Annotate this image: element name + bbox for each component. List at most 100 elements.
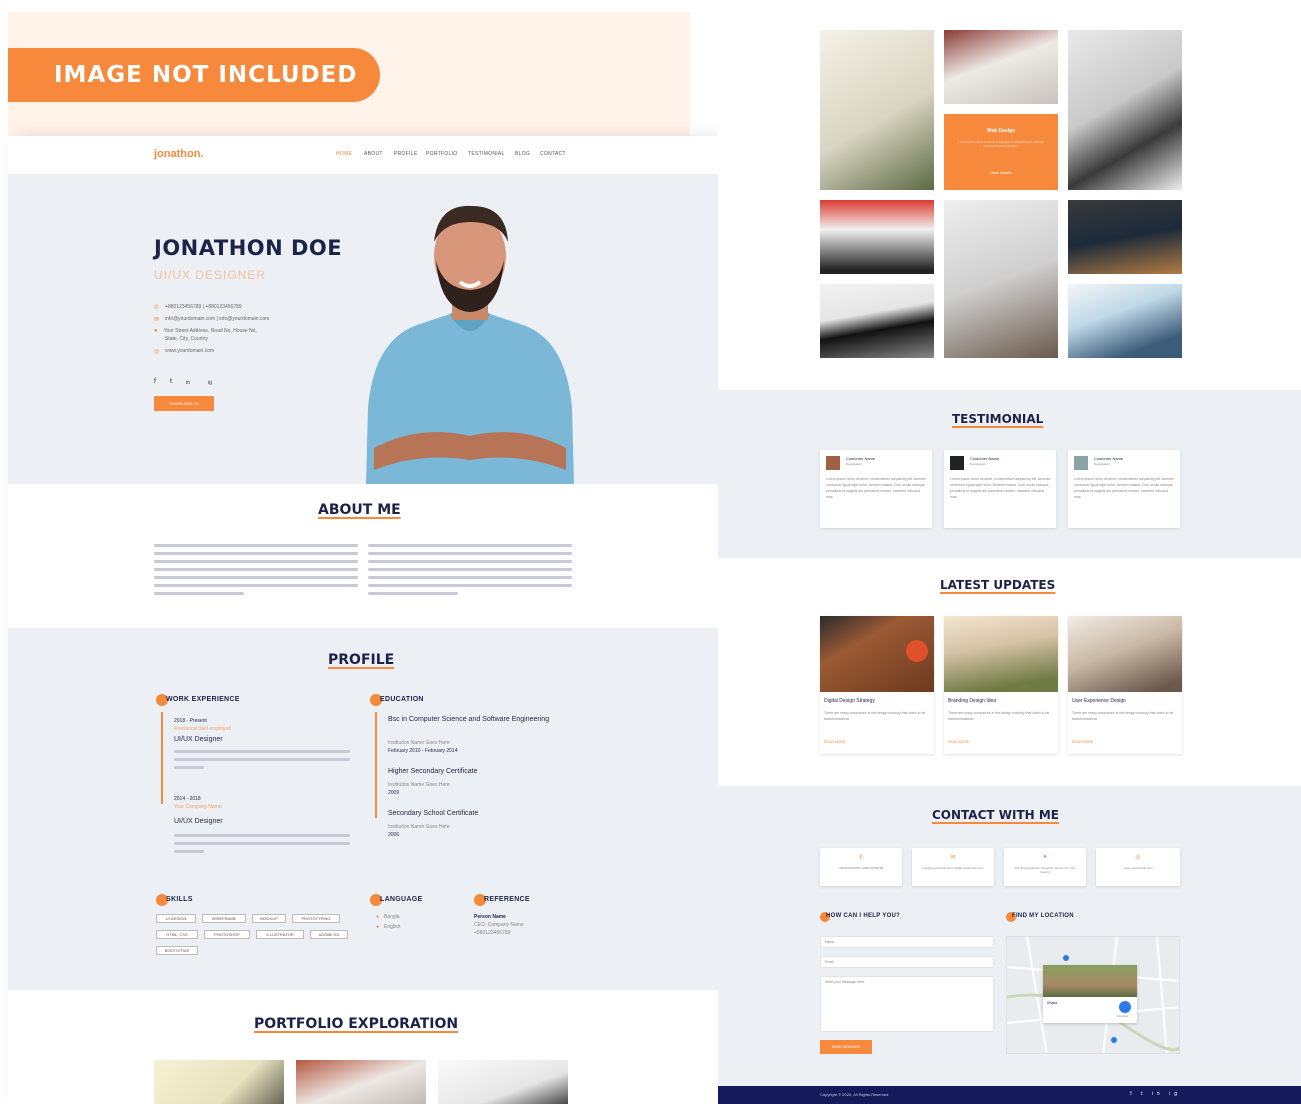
portfolio-title: PORTFOLIO EXPLORATION bbox=[254, 1016, 459, 1032]
bullet-icon: ● bbox=[376, 924, 380, 930]
location-icon: ● bbox=[1043, 854, 1047, 860]
email-field[interactable]: Email bbox=[820, 956, 994, 968]
contact-section: CONTACT WITH ME ✆ +880123456789 +8801234… bbox=[718, 786, 1301, 1086]
reference-company: CEO, Company Name bbox=[474, 922, 524, 928]
coffee-cup-icon bbox=[906, 640, 928, 662]
overlay-link[interactable]: View Details bbox=[944, 170, 1058, 175]
portfolio-thumb[interactable] bbox=[154, 1060, 284, 1104]
language-item: English bbox=[384, 924, 401, 930]
message-textarea[interactable]: Write your Message Here bbox=[820, 976, 994, 1032]
nav-about[interactable]: ABOUT bbox=[364, 151, 383, 157]
nav-testimonial[interactable]: TESTIMONIAL bbox=[468, 151, 505, 157]
nav-home[interactable]: HOME bbox=[336, 151, 352, 157]
mail-icon: ✉ bbox=[154, 317, 160, 323]
linkedin-icon[interactable]: in bbox=[186, 380, 190, 386]
address-line: ● Your Street Address, Road No, House No, bbox=[154, 328, 257, 334]
instagram-icon[interactable]: ig bbox=[208, 380, 212, 386]
blog-excerpt: There are many companies in the design i… bbox=[824, 711, 926, 721]
read-more-link[interactable]: READ MORE bbox=[824, 740, 845, 744]
bullet-icon: ● bbox=[376, 914, 380, 920]
portfolio-thumb[interactable] bbox=[944, 30, 1058, 104]
portfolio-overlay-card[interactable]: Web Design Lorem ipsum dolor sit amet, c… bbox=[944, 114, 1058, 190]
hero-role: UI/UX DESIGNER bbox=[154, 268, 267, 282]
phone-icon: ✆ bbox=[154, 305, 160, 311]
edu-title: Bsc in Computer Science and Software Eng… bbox=[388, 716, 550, 723]
customer-role: Designation bbox=[970, 462, 986, 466]
contact-title: CONTACT WITH ME bbox=[932, 808, 1060, 822]
phone-icon: ✆ bbox=[858, 855, 864, 861]
language-heading: LANGUAGE bbox=[380, 896, 423, 903]
profile-title: PROFILE bbox=[328, 652, 395, 668]
blog-title: User Experience Design bbox=[1072, 698, 1126, 704]
blog-card[interactable]: User Experience Design There are many co… bbox=[1068, 616, 1182, 754]
skill-tag: MOCKUP bbox=[252, 914, 286, 923]
customer-name: Customer Name bbox=[846, 456, 876, 461]
portfolio-thumb[interactable] bbox=[820, 30, 934, 190]
edu-inst: Institution Name Goes Here bbox=[388, 782, 450, 788]
copyright-text: Copyright © 2020, All Rights Reserved bbox=[820, 1092, 889, 1097]
help-heading: HOW CAN I HELP YOU? bbox=[826, 913, 901, 919]
portfolio-thumb[interactable] bbox=[1068, 284, 1182, 358]
name-field[interactable]: Name bbox=[820, 936, 994, 948]
skill-tag: ADOBE XD bbox=[310, 930, 348, 939]
blog-title: Digital Design Strategy bbox=[824, 698, 875, 704]
left-page-preview: jonathon. HOME ABOUT PROFILE PORTFOLIO T… bbox=[8, 136, 718, 1104]
send-message-button[interactable]: SEND MESSAGE bbox=[820, 1040, 872, 1054]
work-heading: WORK EXPERIENCE bbox=[166, 696, 240, 703]
reference-phone: +880123456789 bbox=[474, 930, 511, 936]
testimonial-text: Lorem ipsum dolor sit amet, consectetuer… bbox=[826, 477, 926, 499]
language-item: Bangla bbox=[384, 914, 400, 920]
facebook-icon[interactable]: f bbox=[154, 378, 156, 385]
read-more-link[interactable]: READ MORE bbox=[1072, 740, 1093, 744]
edu-inst: Institution Name Goes Here bbox=[388, 824, 450, 830]
blog-image bbox=[944, 616, 1058, 692]
blog-title: Branding Design Idea bbox=[948, 698, 997, 704]
testimonial-card: Customer Name Designation Lorem ipsum do… bbox=[820, 450, 932, 528]
work-company: Your Company Name bbox=[174, 804, 222, 810]
directions-icon[interactable] bbox=[1119, 1001, 1131, 1013]
blog-excerpt: There are many companies in the design i… bbox=[948, 711, 1050, 721]
preview-banner: IMAGE NOT INCLUDED bbox=[8, 12, 690, 136]
portfolio-thumb[interactable] bbox=[820, 200, 934, 274]
work-date: 2018 - Present bbox=[174, 718, 207, 724]
nav-portfolio[interactable]: PORTFOLIO bbox=[426, 151, 458, 157]
portfolio-thumb[interactable] bbox=[296, 1060, 426, 1104]
profile-photo bbox=[366, 205, 574, 484]
work-company: Freelancer/Self employed bbox=[174, 726, 231, 732]
hero-name: JONATHON DOE bbox=[154, 236, 343, 260]
testimonial-text: Lorem ipsum dolor sit amet, consectetuer… bbox=[1074, 477, 1174, 499]
blog-card[interactable]: Branding Design Idea There are many comp… bbox=[944, 616, 1058, 754]
portfolio-thumb[interactable] bbox=[944, 200, 1058, 358]
skill-tag: UI DESIGN bbox=[156, 914, 196, 923]
nav-blog[interactable]: BLOG bbox=[515, 151, 530, 157]
portfolio-thumb[interactable] bbox=[1068, 200, 1182, 274]
portfolio-thumb[interactable] bbox=[820, 284, 934, 358]
footer: Copyright © 2020, All Rights Reserved f … bbox=[718, 1086, 1301, 1104]
blog-card[interactable]: Digital Design Strategy There are many c… bbox=[820, 616, 934, 754]
testimonial-title: TESTIMONIAL bbox=[952, 412, 1044, 426]
testimonial-card: Customer Name Designation Lorem ipsum do… bbox=[1068, 450, 1180, 528]
map-pin-icon bbox=[1111, 1037, 1117, 1043]
nav-contact[interactable]: CONTACT bbox=[540, 151, 566, 157]
work-role: UI/UX Designer bbox=[174, 736, 223, 743]
education-timeline bbox=[375, 712, 377, 818]
contact-box-email: ✉ info@yourdomain.com info@yourdomain.co… bbox=[912, 848, 994, 886]
testimonial-card: Customer Name Designation Lorem ipsum do… bbox=[944, 450, 1056, 528]
read-more-link[interactable]: READ MORE bbox=[948, 740, 969, 744]
portfolio-thumb[interactable] bbox=[438, 1060, 568, 1104]
portfolio-thumb[interactable] bbox=[1068, 30, 1182, 190]
location-map[interactable]: Dhaka Directions bbox=[1006, 936, 1180, 1054]
edu-date: 2009 bbox=[388, 790, 400, 796]
site-logo[interactable]: jonathon. bbox=[154, 148, 204, 160]
skills-heading: SKILLS bbox=[166, 896, 193, 903]
skill-tag: ILLUSTRATOR bbox=[256, 930, 304, 939]
directions-label: Directions bbox=[1117, 1015, 1129, 1018]
footer-social-icons[interactable]: f t in ig bbox=[1130, 1091, 1181, 1097]
edu-title: Higher Secondary Certificate bbox=[388, 768, 478, 775]
download-cv-button[interactable]: DOWNLOAD CV bbox=[154, 396, 214, 411]
blog-image bbox=[1068, 616, 1182, 692]
twitter-icon[interactable]: t bbox=[170, 378, 172, 385]
latest-updates-section: LATEST UPDATES Digital Design Strategy T… bbox=[718, 558, 1301, 786]
work-role: UI/UX Designer bbox=[174, 818, 223, 825]
nav-profile[interactable]: PROFILE bbox=[394, 151, 418, 157]
